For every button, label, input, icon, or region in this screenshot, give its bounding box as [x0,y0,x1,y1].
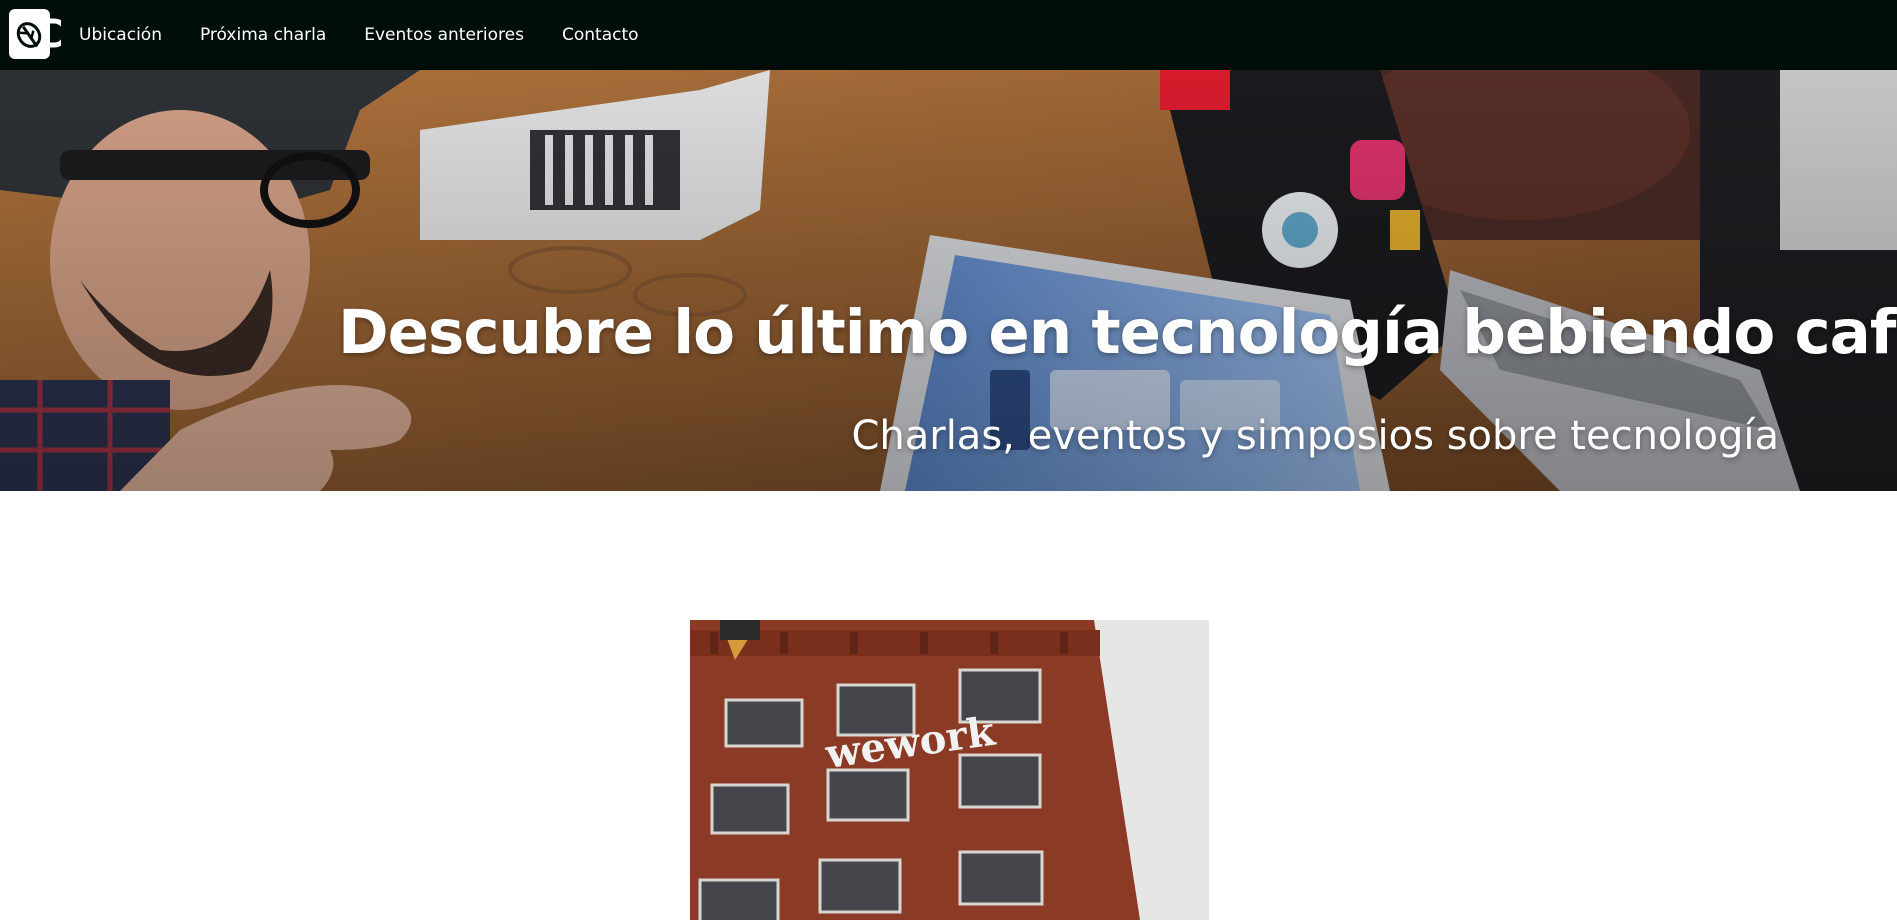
nav-link-contacto[interactable]: Contacto [562,25,639,45]
coffee-mug-leaf-icon[interactable] [9,9,69,59]
hero-subtitle: Charlas, eventos y simposios sobre tecno… [851,413,1779,459]
venue-building-image: wework [690,620,1209,920]
nav-link-eventos-anteriores[interactable]: Eventos anteriores [364,25,524,45]
nav-link-proxima-charla[interactable]: Próxima charla [200,25,326,45]
main-nav: Ubicación Próxima charla Eventos anterio… [79,0,677,70]
navbar: Ubicación Próxima charla Eventos anterio… [0,0,1897,70]
hero-title: Descubre lo último en tecnología bebiend… [338,297,1897,368]
hero-banner: Descubre lo último en tecnología bebiend… [0,70,1897,491]
nav-link-ubicacion[interactable]: Ubicación [79,25,162,45]
